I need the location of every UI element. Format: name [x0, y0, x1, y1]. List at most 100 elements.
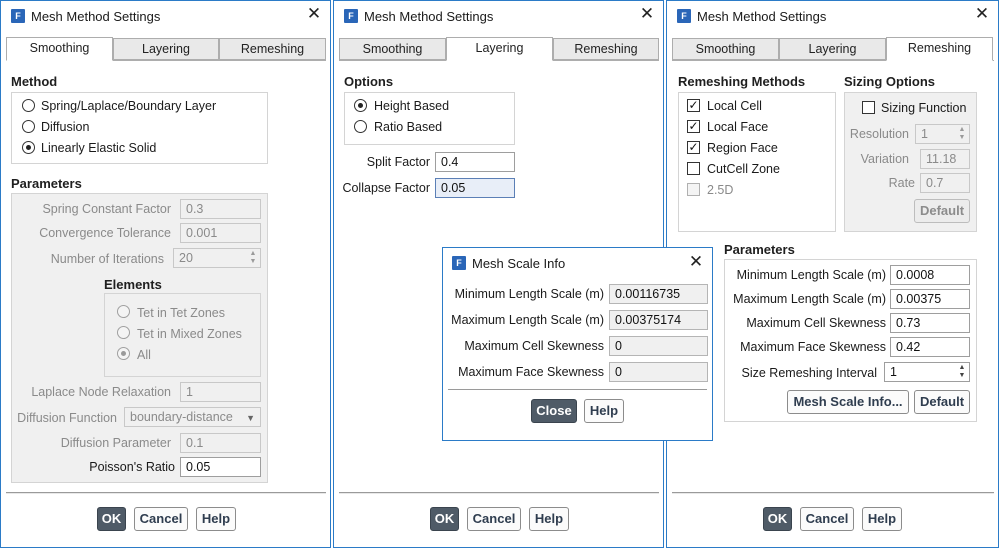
radio-linearly-elastic[interactable]	[22, 141, 35, 154]
min-length-scale-value: 0.00116735	[609, 284, 708, 304]
radio-tet-in-tet[interactable]	[117, 305, 130, 318]
help-button[interactable]: Help	[584, 399, 624, 423]
cancel-button[interactable]: Cancel	[134, 507, 188, 531]
iterations-value: 20	[179, 251, 193, 265]
dropdown-arrow-icon: ▼	[246, 413, 255, 423]
close-icon[interactable]: ✕	[639, 5, 655, 22]
radio-ratio-based-label[interactable]: Ratio Based	[374, 120, 442, 134]
size-remeshing-interval-spinner[interactable]: 1 ▲ ▼	[884, 362, 970, 382]
poisson-ratio-field[interactable]: 0.05	[180, 457, 261, 477]
variation-field[interactable]: 11.18	[920, 149, 970, 169]
radio-height-based-label[interactable]: Height Based	[374, 99, 449, 113]
iterations-spinner[interactable]: 20 ▲ ▼	[173, 248, 261, 268]
size-remeshing-interval-value: 1	[890, 365, 897, 379]
radio-diffusion[interactable]	[22, 120, 35, 133]
radio-tet-in-mixed-label[interactable]: Tet in Mixed Zones	[137, 327, 242, 341]
mesh-scale-info-dialog: F Mesh Scale Info ✕ Minimum Length Scale…	[442, 247, 713, 441]
spinner-arrows-icon[interactable]: ▲ ▼	[247, 250, 259, 266]
max-length-scale-label: Maximum Length Scale (m)	[733, 292, 886, 306]
max-cell-skewness-field[interactable]: 0.73	[890, 313, 970, 333]
remeshing-methods-heading: Remeshing Methods	[678, 74, 806, 89]
tab-smoothing[interactable]: Smoothing	[6, 37, 113, 61]
iterations-label: Number of Iterations	[50, 252, 164, 266]
cancel-button[interactable]: Cancel	[800, 507, 854, 531]
checkbox-cutcell-zone[interactable]	[687, 162, 700, 175]
tab-smoothing[interactable]: Smoothing	[672, 38, 779, 60]
help-button[interactable]: Help	[862, 507, 902, 531]
help-button[interactable]: Help	[529, 507, 569, 531]
checkbox-local-cell[interactable]: ✓	[687, 99, 700, 112]
radio-tet-in-tet-label[interactable]: Tet in Tet Zones	[137, 306, 225, 320]
radio-spring-laplace[interactable]	[22, 99, 35, 112]
parameters-heading: Parameters	[724, 242, 795, 257]
checkbox-2-5d[interactable]	[687, 183, 700, 196]
checkbox-2-5d-label[interactable]: 2.5D	[707, 183, 733, 197]
radio-linearly-elastic-label[interactable]: Linearly Elastic Solid	[41, 141, 156, 155]
method-heading: Method	[11, 74, 58, 89]
laplace-relaxation-field[interactable]: 1	[180, 382, 261, 402]
rate-field[interactable]: 0.7	[920, 173, 970, 193]
title-bar[interactable]: F Mesh Method Settings ✕	[1, 1, 330, 32]
radio-spring-laplace-label[interactable]: Spring/Laplace/Boundary Layer	[41, 99, 216, 113]
resolution-label: Resolution	[849, 127, 909, 141]
close-button[interactable]: Close	[531, 399, 577, 423]
close-icon[interactable]: ✕	[306, 5, 322, 22]
dialog-title: Mesh Method Settings	[364, 9, 494, 24]
max-cell-skewness-value: 0	[609, 336, 708, 356]
checkbox-sizing-function-label[interactable]: Sizing Function	[881, 101, 966, 115]
max-length-scale-label: Maximum Length Scale (m)	[451, 313, 604, 327]
help-button[interactable]: Help	[196, 507, 236, 531]
sizing-default-button[interactable]: Default	[914, 199, 970, 223]
size-remeshing-interval-label: Size Remeshing Interval	[741, 366, 877, 380]
checkbox-local-cell-label[interactable]: Local Cell	[707, 99, 762, 113]
radio-all[interactable]	[117, 347, 130, 360]
checkbox-local-face[interactable]: ✓	[687, 120, 700, 133]
resolution-value: 1	[921, 127, 928, 141]
title-bar[interactable]: F Mesh Method Settings ✕	[334, 1, 663, 32]
tab-remeshing[interactable]: Remeshing	[553, 38, 659, 60]
checkbox-cutcell-zone-label[interactable]: CutCell Zone	[707, 162, 780, 176]
spinner-arrows-icon[interactable]: ▲ ▼	[956, 126, 968, 142]
checkbox-sizing-function[interactable]	[862, 101, 875, 114]
tab-layering[interactable]: Layering	[113, 38, 219, 60]
diffusion-parameter-field[interactable]: 0.1	[180, 433, 261, 453]
ok-button[interactable]: OK	[763, 507, 792, 531]
min-length-scale-field[interactable]: 0.0008	[890, 265, 970, 285]
tab-layering[interactable]: Layering	[446, 37, 553, 61]
default-button[interactable]: Default	[914, 390, 970, 414]
mesh-scale-info-button[interactable]: Mesh Scale Info...	[787, 390, 909, 414]
diffusion-function-select[interactable]: boundary-distance ▼	[124, 407, 261, 427]
title-bar[interactable]: F Mesh Method Settings ✕	[667, 1, 998, 32]
checkbox-region-face-label[interactable]: Region Face	[707, 141, 778, 155]
split-factor-field[interactable]: 0.4	[435, 152, 515, 172]
close-icon[interactable]: ✕	[688, 253, 704, 270]
tab-remeshing[interactable]: Remeshing	[219, 38, 326, 60]
tab-layering[interactable]: Layering	[779, 38, 886, 60]
convergence-tolerance-field[interactable]: 0.001	[180, 223, 261, 243]
tab-smoothing[interactable]: Smoothing	[339, 38, 446, 60]
max-face-skewness-value: 0	[609, 362, 708, 382]
spring-constant-field[interactable]: 0.3	[180, 199, 261, 219]
ok-button[interactable]: OK	[430, 507, 459, 531]
radio-height-based[interactable]	[354, 99, 367, 112]
spinner-arrows-icon[interactable]: ▲ ▼	[956, 364, 968, 380]
close-icon[interactable]: ✕	[974, 5, 990, 22]
resolution-spinner[interactable]: 1 ▲ ▼	[915, 124, 970, 144]
radio-diffusion-label[interactable]: Diffusion	[41, 120, 89, 134]
checkbox-region-face[interactable]: ✓	[687, 141, 700, 154]
diffusion-parameter-label: Diffusion Parameter	[60, 436, 171, 450]
diffusion-function-label: Diffusion Function	[17, 411, 117, 425]
radio-tet-in-mixed[interactable]	[117, 326, 130, 339]
poisson-ratio-label: Poisson's Ratio	[89, 460, 175, 474]
collapse-factor-field[interactable]: 0.05	[435, 178, 515, 198]
max-face-skewness-field[interactable]: 0.42	[890, 337, 970, 357]
fluent-app-icon: F	[11, 9, 25, 23]
cancel-button[interactable]: Cancel	[467, 507, 521, 531]
checkbox-local-face-label[interactable]: Local Face	[707, 120, 768, 134]
ok-button[interactable]: OK	[97, 507, 126, 531]
max-length-scale-field[interactable]: 0.00375	[890, 289, 970, 309]
radio-all-label[interactable]: All	[137, 348, 151, 362]
footer-separator-light	[339, 493, 659, 494]
tab-remeshing[interactable]: Remeshing	[886, 37, 993, 61]
radio-ratio-based[interactable]	[354, 120, 367, 133]
